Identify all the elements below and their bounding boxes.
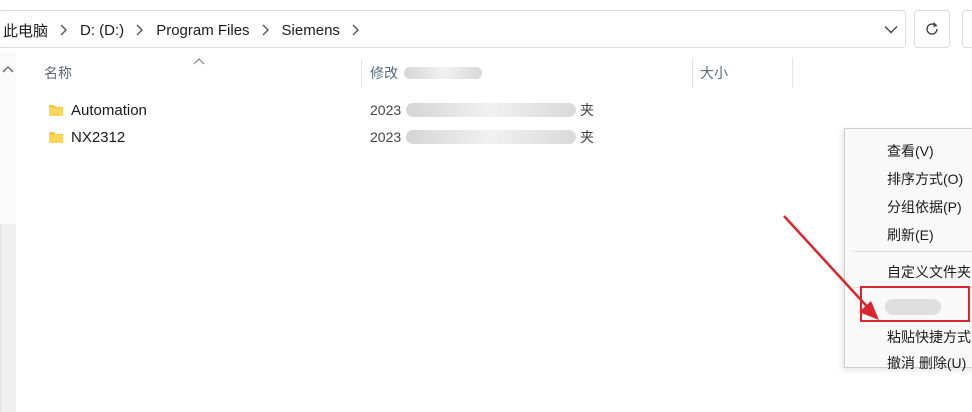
annotation-arrow xyxy=(783,215,879,320)
